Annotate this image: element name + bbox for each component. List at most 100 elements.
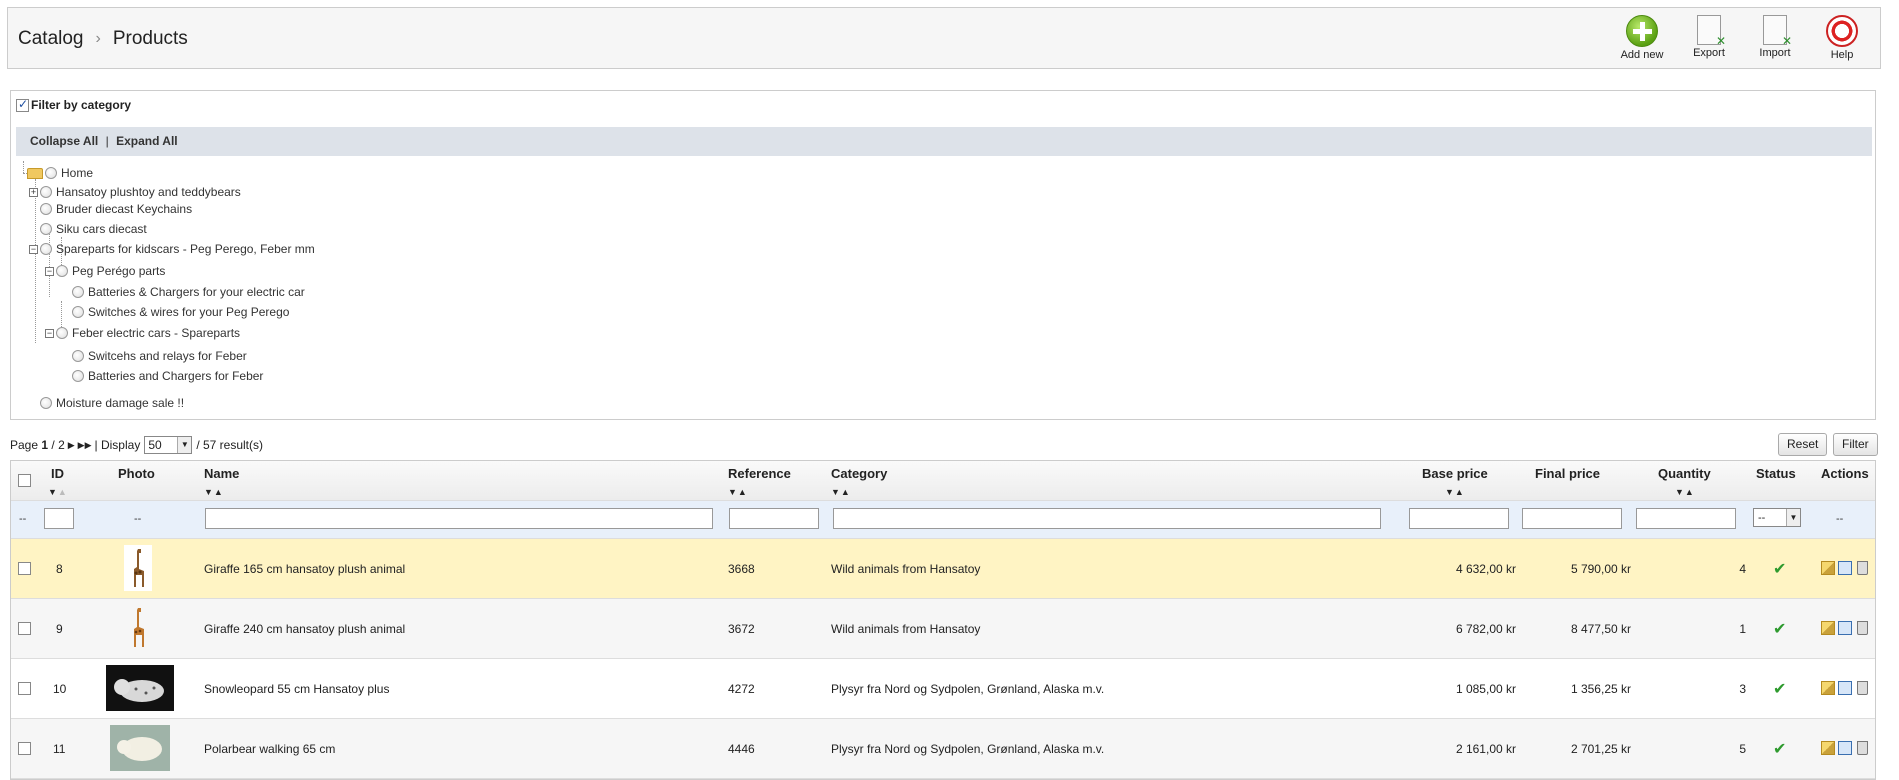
table-row[interactable]: 10 Snowleopard 55 cm Hansatoy plus 4272 … bbox=[11, 659, 1875, 719]
sort-arrows-reference[interactable]: ▼▲ bbox=[728, 487, 748, 497]
table-row[interactable]: 8 Giraffe 165 cm hansatoy plush animal 3… bbox=[11, 539, 1875, 599]
filter-name-input[interactable] bbox=[205, 508, 713, 529]
filter-id-input[interactable] bbox=[44, 508, 74, 529]
collapse-icon[interactable]: − bbox=[45, 266, 54, 276]
status-enabled-icon[interactable]: ✔ bbox=[1773, 679, 1786, 699]
collapse-icon[interactable]: − bbox=[45, 328, 54, 338]
tree-node-label: Switcehs and relays for Feber bbox=[88, 349, 247, 363]
tree-radio[interactable] bbox=[40, 203, 52, 215]
collapse-icon[interactable]: − bbox=[29, 244, 38, 254]
tree-node-home[interactable]: Home bbox=[27, 166, 93, 180]
tree-radio[interactable] bbox=[40, 243, 52, 255]
filter-reference-input[interactable] bbox=[729, 508, 819, 529]
next-page-icon[interactable]: ▶ bbox=[68, 440, 75, 451]
tree-radio[interactable] bbox=[40, 223, 52, 235]
edit-icon[interactable] bbox=[1821, 621, 1835, 635]
sort-arrows-category[interactable]: ▼▲ bbox=[831, 487, 851, 497]
filter-quantity-input[interactable] bbox=[1636, 508, 1736, 529]
breadcrumb-catalog[interactable]: Catalog bbox=[18, 28, 84, 50]
tree-node-hansatoy[interactable]: + Hansatoy plushtoy and teddybears bbox=[29, 185, 241, 199]
collapse-all-link[interactable]: Collapse All bbox=[30, 134, 98, 148]
edit-icon[interactable] bbox=[1821, 681, 1835, 695]
filter-by-category[interactable]: Filter by category bbox=[16, 97, 131, 112]
last-page-icon[interactable]: ▶▶ bbox=[78, 440, 92, 451]
tree-node-feber[interactable]: − Feber electric cars - Spareparts bbox=[45, 326, 240, 340]
tree-node-batteries-chargers[interactable]: Batteries & Chargers for your electric c… bbox=[72, 285, 305, 299]
tree-node-peg-perego[interactable]: − Peg Perégo parts bbox=[45, 264, 165, 278]
tree-node-feber-batteries[interactable]: Batteries and Chargers for Feber bbox=[72, 369, 263, 383]
duplicate-icon[interactable] bbox=[1838, 621, 1852, 635]
delete-icon[interactable] bbox=[1857, 621, 1868, 635]
reset-button[interactable]: Reset bbox=[1778, 433, 1828, 456]
import-button[interactable]: Import bbox=[1746, 15, 1804, 65]
tree-radio[interactable] bbox=[72, 370, 84, 382]
select-all-checkbox[interactable] bbox=[18, 474, 31, 487]
tree-radio[interactable] bbox=[56, 327, 68, 339]
duplicate-icon[interactable] bbox=[1838, 741, 1852, 755]
tree-node-label: Siku cars diecast bbox=[56, 222, 147, 236]
row-checkbox[interactable] bbox=[18, 562, 31, 575]
export-button[interactable]: Export bbox=[1680, 15, 1738, 65]
filter-button[interactable]: Filter bbox=[1833, 433, 1878, 456]
row-checkbox[interactable] bbox=[18, 742, 31, 755]
import-label: Import bbox=[1759, 47, 1791, 59]
sort-arrows-quantity[interactable]: ▼▲ bbox=[1675, 487, 1695, 497]
page-title: Products bbox=[112, 28, 188, 49]
edit-icon[interactable] bbox=[1821, 561, 1835, 575]
delete-icon[interactable] bbox=[1857, 561, 1868, 575]
duplicate-icon[interactable] bbox=[1838, 561, 1852, 575]
status-enabled-icon[interactable]: ✔ bbox=[1773, 739, 1786, 759]
tree-node-feber-switches[interactable]: Switcehs and relays for Feber bbox=[72, 349, 247, 363]
row-checkbox[interactable] bbox=[18, 682, 31, 695]
sort-arrows-base-price[interactable]: ▼▲ bbox=[1445, 487, 1465, 497]
tree-node-siku[interactable]: Siku cars diecast bbox=[40, 222, 147, 236]
sort-arrows-id[interactable]: ▼▲ bbox=[48, 487, 68, 497]
expand-all-link[interactable]: Expand All bbox=[116, 134, 178, 148]
tree-radio[interactable] bbox=[72, 350, 84, 362]
duplicate-icon[interactable] bbox=[1838, 681, 1852, 695]
filter-final-price-input[interactable] bbox=[1522, 508, 1622, 529]
table-row[interactable]: 9 Giraffe 240 cm hansatoy plush animal 3… bbox=[11, 599, 1875, 659]
filter-base-price-input[interactable] bbox=[1409, 508, 1509, 529]
tree-node-label: Spareparts for kidscars - Peg Perego, Fe… bbox=[56, 242, 315, 256]
table-row[interactable]: 11 Polarbear walking 65 cm 4446 Plysyr f… bbox=[11, 719, 1875, 779]
status-enabled-icon[interactable]: ✔ bbox=[1773, 619, 1786, 639]
status-enabled-icon[interactable]: ✔ bbox=[1773, 559, 1786, 579]
filter-by-category-checkbox[interactable] bbox=[16, 97, 29, 112]
cell-id: 11 bbox=[53, 742, 66, 756]
tree-node-moisture-sale[interactable]: Moisture damage sale !! bbox=[40, 396, 184, 410]
cell-final-price: 1 356,25 kr bbox=[1570, 682, 1631, 696]
tree-radio[interactable] bbox=[40, 186, 52, 198]
sort-arrows-name[interactable]: ▼▲ bbox=[204, 487, 224, 497]
cell-name: Giraffe 240 cm hansatoy plush animal bbox=[204, 622, 406, 636]
tree-node-bruder[interactable]: Bruder diecast Keychains bbox=[40, 202, 192, 216]
tree-node-switches-wires[interactable]: Switches & wires for your Peg Perego bbox=[72, 305, 289, 319]
expand-icon[interactable]: + bbox=[29, 187, 38, 197]
product-photo[interactable] bbox=[126, 605, 150, 651]
tree-node-spareparts[interactable]: − Spareparts for kidscars - Peg Perego, … bbox=[29, 242, 315, 256]
delete-icon[interactable] bbox=[1857, 681, 1868, 695]
per-page-select[interactable]: 50 ▼ bbox=[144, 436, 193, 454]
product-photo[interactable] bbox=[124, 545, 152, 591]
category-filter-panel: Filter by category Collapse All | Expand… bbox=[10, 90, 1876, 420]
tree-radio[interactable] bbox=[45, 167, 57, 179]
filter-status-select[interactable]: -- ▼ bbox=[1753, 508, 1801, 527]
export-label: Export bbox=[1693, 47, 1725, 59]
product-photo[interactable] bbox=[106, 665, 174, 711]
tree-node-label: Peg Perégo parts bbox=[72, 264, 166, 278]
column-photo: Photo bbox=[118, 466, 155, 481]
edit-icon[interactable] bbox=[1821, 741, 1835, 755]
tree-radio[interactable] bbox=[72, 306, 84, 318]
tree-radio[interactable] bbox=[72, 286, 84, 298]
tree-node-label: Batteries & Chargers for your electric c… bbox=[88, 285, 305, 299]
filter-category-input[interactable] bbox=[833, 508, 1381, 529]
tree-radio[interactable] bbox=[56, 265, 68, 277]
row-checkbox[interactable] bbox=[18, 622, 31, 635]
chevron-down-icon: ▼ bbox=[177, 437, 192, 453]
product-photo[interactable] bbox=[110, 725, 170, 771]
delete-icon[interactable] bbox=[1857, 741, 1868, 755]
tree-radio[interactable] bbox=[40, 397, 52, 409]
column-base-price: Base price bbox=[1422, 466, 1488, 481]
add-new-button[interactable]: Add new bbox=[1613, 15, 1671, 65]
help-button[interactable]: Help bbox=[1813, 15, 1871, 65]
